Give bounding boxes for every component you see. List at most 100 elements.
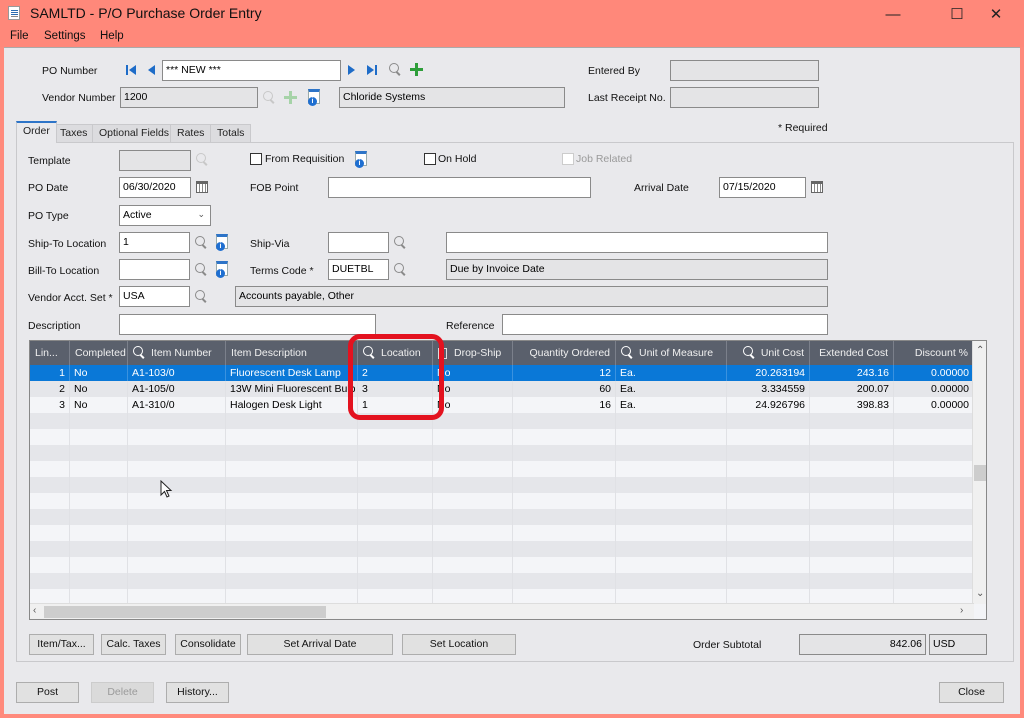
previous-record-icon[interactable]: [148, 65, 155, 75]
close-button[interactable]: Close: [939, 682, 1004, 703]
column-header-line[interactable]: Lin...: [30, 341, 70, 365]
vendor-number-input[interactable]: 1200: [120, 87, 258, 108]
fob-point-input[interactable]: [328, 177, 591, 198]
cell-quantity-ordered[interactable]: [513, 557, 616, 573]
cell-extended-cost[interactable]: [810, 573, 894, 589]
cell-drop-ship[interactable]: No: [433, 397, 513, 413]
cell-item-number[interactable]: [128, 445, 226, 461]
cell-completed[interactable]: [70, 525, 128, 541]
cell-discount-percent[interactable]: 0.00000: [894, 381, 974, 397]
cell-item-description[interactable]: [226, 429, 358, 445]
cell-extended-cost[interactable]: [810, 461, 894, 477]
cell-item-number[interactable]: [128, 541, 226, 557]
cell-location[interactable]: 2: [358, 365, 433, 381]
cell-extended-cost[interactable]: [810, 429, 894, 445]
cell-location[interactable]: 3: [358, 381, 433, 397]
empty-table-row[interactable]: [30, 429, 974, 445]
cell-quantity-ordered[interactable]: [513, 525, 616, 541]
cell-line[interactable]: [30, 413, 70, 429]
cell-extended-cost[interactable]: [810, 413, 894, 429]
requisition-info-icon[interactable]: [355, 151, 367, 168]
cell-line[interactable]: 1: [30, 365, 70, 381]
ship-via-input[interactable]: [328, 232, 389, 253]
vendor-acct-set-input[interactable]: USA: [119, 286, 190, 307]
column-header-extended-cost[interactable]: Extended Cost: [810, 341, 894, 365]
cell-item-description[interactable]: [226, 445, 358, 461]
cell-item-description[interactable]: Halogen Desk Light: [226, 397, 358, 413]
cell-drop-ship[interactable]: No: [433, 365, 513, 381]
cell-unit-of-measure[interactable]: Ea.: [616, 381, 727, 397]
ship-via-search-icon[interactable]: [394, 236, 407, 249]
cell-quantity-ordered[interactable]: 16: [513, 397, 616, 413]
set-location-button[interactable]: Set Location: [402, 634, 516, 655]
cell-extended-cost[interactable]: 243.16: [810, 365, 894, 381]
tab-order[interactable]: Order: [16, 121, 57, 143]
post-button[interactable]: Post: [16, 682, 79, 703]
cell-completed[interactable]: [70, 429, 128, 445]
scroll-down-icon[interactable]: ⌄: [976, 587, 984, 601]
cell-completed[interactable]: [70, 541, 128, 557]
cell-discount-percent[interactable]: [894, 413, 974, 429]
cell-quantity-ordered[interactable]: [513, 493, 616, 509]
scroll-up-icon[interactable]: ⌃: [976, 344, 984, 358]
cell-unit-cost[interactable]: [727, 429, 810, 445]
column-header-location[interactable]: Location: [358, 341, 433, 365]
cell-drop-ship[interactable]: [433, 525, 513, 541]
cell-discount-percent[interactable]: [894, 493, 974, 509]
terms-code-search-icon[interactable]: [394, 263, 407, 276]
cell-completed[interactable]: No: [70, 397, 128, 413]
first-record-arrow[interactable]: [129, 65, 136, 75]
cell-item-description[interactable]: [226, 461, 358, 477]
bill-to-search-icon[interactable]: [195, 263, 208, 276]
empty-table-row[interactable]: [30, 557, 974, 573]
cell-item-number[interactable]: [128, 461, 226, 477]
po-date-input[interactable]: 06/30/2020: [119, 177, 191, 198]
tab-totals[interactable]: Totals: [210, 124, 252, 142]
cell-discount-percent[interactable]: [894, 461, 974, 477]
cell-drop-ship[interactable]: [433, 413, 513, 429]
cell-item-number[interactable]: A1-310/0: [128, 397, 226, 413]
cell-discount-percent[interactable]: [894, 429, 974, 445]
table-row[interactable]: 2 No A1-105/0 13W Mini Fluorescent Bulb 3 No 6…: [30, 381, 974, 397]
cell-item-number[interactable]: [128, 525, 226, 541]
cell-item-description[interactable]: [226, 493, 358, 509]
cell-quantity-ordered[interactable]: [513, 413, 616, 429]
on-hold-checkbox[interactable]: [424, 153, 436, 165]
empty-table-row[interactable]: [30, 445, 974, 461]
ship-to-info-icon[interactable]: [216, 234, 228, 251]
new-vendor-icon[interactable]: [284, 91, 297, 104]
cell-completed[interactable]: [70, 509, 128, 525]
horizontal-scrollbar[interactable]: ‹ ›: [30, 603, 974, 619]
cell-line[interactable]: [30, 541, 70, 557]
item-tax-button[interactable]: Item/Tax...: [29, 634, 94, 655]
cell-completed[interactable]: [70, 573, 128, 589]
history-button[interactable]: History...: [166, 682, 229, 703]
cell-completed[interactable]: No: [70, 365, 128, 381]
cell-unit-cost[interactable]: [727, 557, 810, 573]
ship-to-search-icon[interactable]: [195, 236, 208, 249]
column-header-item-number[interactable]: Item Number: [128, 341, 226, 365]
column-header-unit-cost[interactable]: Unit Cost: [727, 341, 810, 365]
cell-item-number[interactable]: [128, 573, 226, 589]
cell-item-description[interactable]: [226, 509, 358, 525]
cell-discount-percent[interactable]: [894, 541, 974, 557]
cell-item-description[interactable]: [226, 573, 358, 589]
cell-completed[interactable]: [70, 445, 128, 461]
menu-file[interactable]: File: [10, 30, 29, 42]
vendor-info-icon[interactable]: [308, 89, 320, 106]
cell-unit-cost[interactable]: [727, 509, 810, 525]
cell-line[interactable]: [30, 573, 70, 589]
cell-unit-of-measure[interactable]: [616, 477, 727, 493]
next-record-icon[interactable]: [348, 65, 355, 75]
cell-unit-of-measure[interactable]: [616, 445, 727, 461]
cell-unit-of-measure[interactable]: [616, 493, 727, 509]
cell-unit-of-measure[interactable]: [616, 429, 727, 445]
cell-extended-cost[interactable]: [810, 541, 894, 557]
cell-extended-cost[interactable]: [810, 525, 894, 541]
cell-location[interactable]: [358, 541, 433, 557]
cell-quantity-ordered[interactable]: [513, 477, 616, 493]
cell-line[interactable]: [30, 493, 70, 509]
cell-discount-percent[interactable]: 0.00000: [894, 365, 974, 381]
cell-quantity-ordered[interactable]: [513, 429, 616, 445]
cell-item-number[interactable]: A1-103/0: [128, 365, 226, 381]
